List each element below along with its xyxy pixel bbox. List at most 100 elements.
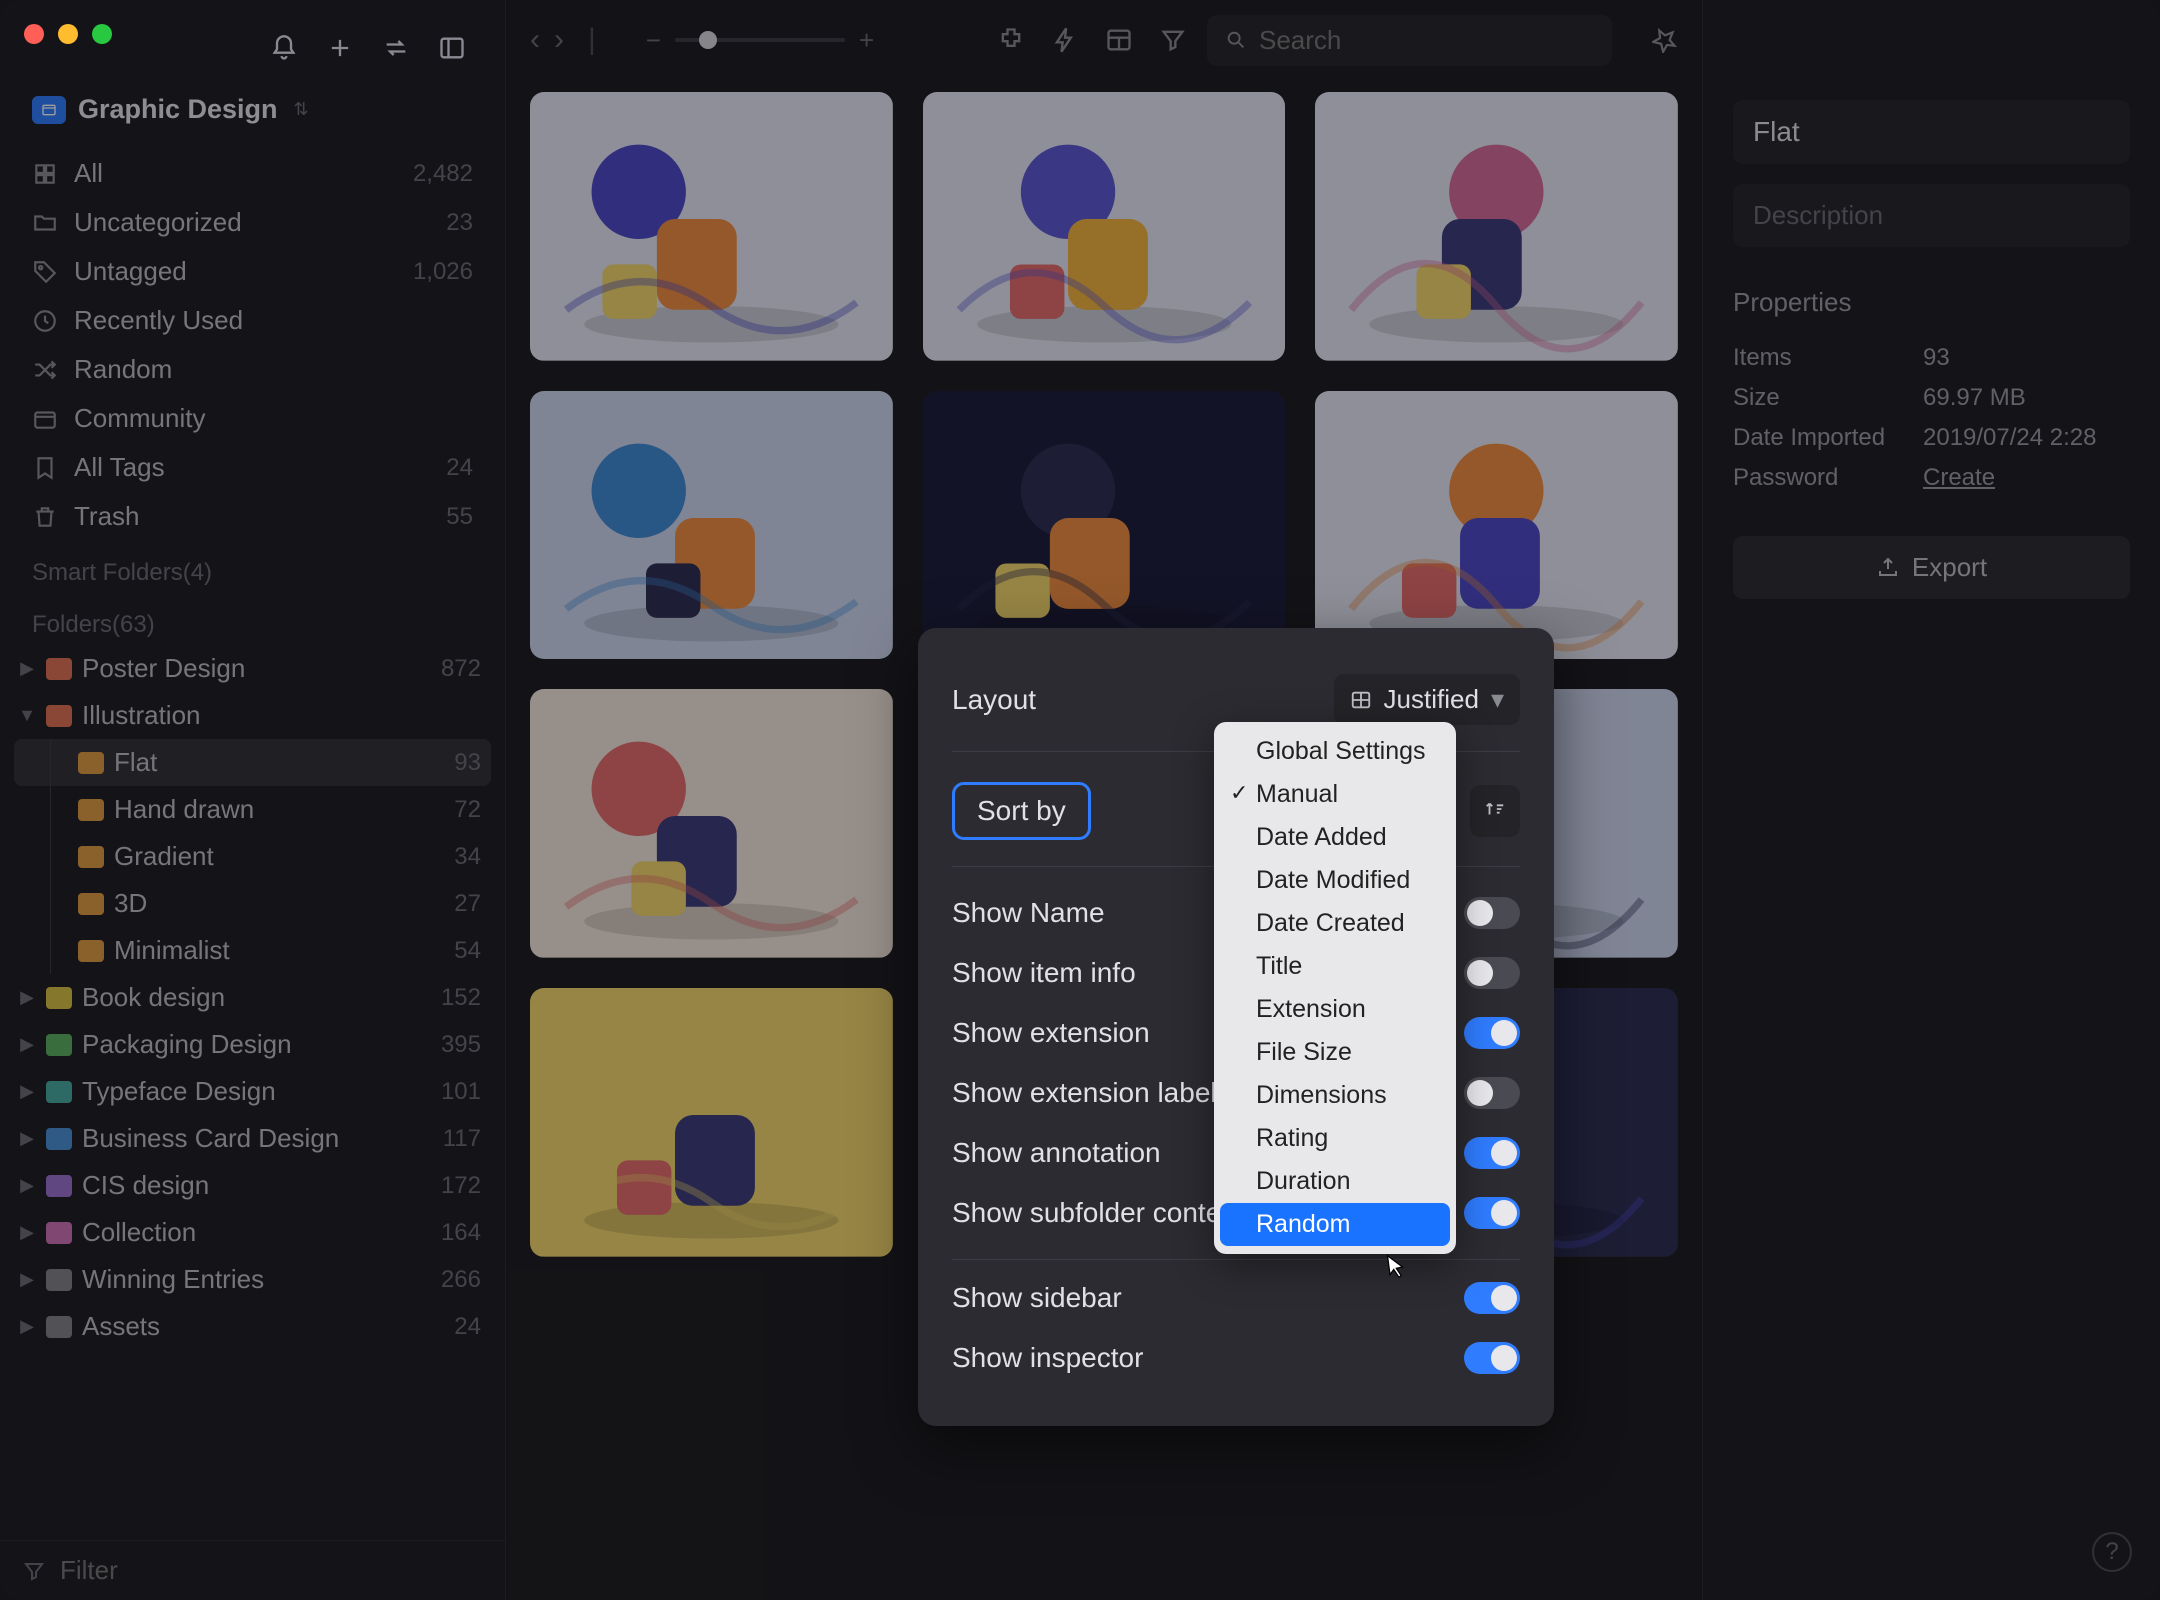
folder-icon bbox=[46, 1175, 72, 1197]
sort-by-button[interactable]: Sort by bbox=[952, 782, 1091, 840]
sidebar-item-untagged[interactable]: Untagged1,026 bbox=[14, 247, 491, 296]
inspector-title-field[interactable]: Flat bbox=[1733, 100, 2130, 164]
folder-flat[interactable]: Flat93 bbox=[14, 739, 491, 786]
swap-icon[interactable] bbox=[382, 34, 410, 62]
toggle[interactable] bbox=[1464, 1077, 1520, 1109]
disclosure-icon[interactable]: ▶ bbox=[18, 1222, 36, 1243]
clock-icon bbox=[32, 308, 58, 334]
folders-header[interactable]: Folders(63) bbox=[14, 593, 491, 645]
folder-gradient[interactable]: Gradient34 bbox=[14, 833, 491, 880]
filter-toolbar-icon[interactable] bbox=[1159, 26, 1187, 54]
sort-direction-button[interactable] bbox=[1470, 785, 1520, 837]
window-controls[interactable] bbox=[24, 24, 112, 44]
folder-packaging-design[interactable]: ▶Packaging Design395 bbox=[14, 1021, 491, 1068]
sort-option-date-added[interactable]: Date Added bbox=[1220, 816, 1450, 859]
layout-icon[interactable] bbox=[1105, 26, 1133, 54]
inspector-description-field[interactable]: Description bbox=[1733, 184, 2130, 247]
toggle[interactable] bbox=[1464, 1342, 1520, 1374]
smart-folders-header[interactable]: Smart Folders(4) bbox=[14, 541, 491, 593]
toggle[interactable] bbox=[1464, 957, 1520, 989]
action-icon[interactable] bbox=[1051, 26, 1079, 54]
sidebar-item-community[interactable]: Community bbox=[14, 394, 491, 443]
toggle[interactable] bbox=[1464, 1197, 1520, 1229]
disclosure-icon[interactable]: ▶ bbox=[18, 1316, 36, 1337]
sort-option-rating[interactable]: Rating bbox=[1220, 1117, 1450, 1160]
toggle[interactable] bbox=[1464, 1282, 1520, 1314]
search-input[interactable] bbox=[1259, 25, 1594, 56]
folder-poster-design[interactable]: ▶Poster Design872 bbox=[14, 645, 491, 692]
disclosure-icon[interactable]: ▶ bbox=[18, 1081, 36, 1102]
filter-input[interactable] bbox=[60, 1555, 483, 1586]
toggle[interactable] bbox=[1464, 1017, 1520, 1049]
folder-icon bbox=[78, 799, 104, 821]
pin-icon[interactable] bbox=[1652, 27, 1678, 53]
zoom-in-button[interactable]: + bbox=[859, 25, 874, 56]
sidebar-item-random[interactable]: Random bbox=[14, 345, 491, 394]
disclosure-icon[interactable]: ▶ bbox=[18, 987, 36, 1008]
folder-collection[interactable]: ▶Collection164 bbox=[14, 1209, 491, 1256]
thumbnail[interactable] bbox=[1315, 92, 1678, 361]
bell-icon[interactable] bbox=[270, 34, 298, 62]
folder-assets[interactable]: ▶Assets24 bbox=[14, 1303, 491, 1350]
sort-option-duration[interactable]: Duration bbox=[1220, 1160, 1450, 1203]
zoom-out-button[interactable]: − bbox=[646, 25, 661, 56]
layout-select[interactable]: Justified ▾ bbox=[1334, 674, 1520, 725]
library-switcher[interactable]: Graphic Design ⇅ bbox=[0, 80, 505, 149]
sort-option-extension[interactable]: Extension bbox=[1220, 988, 1450, 1031]
zoom-slider[interactable] bbox=[675, 38, 845, 42]
sort-option-dimensions[interactable]: Dimensions bbox=[1220, 1074, 1450, 1117]
sort-option-manual[interactable]: Manual bbox=[1220, 773, 1450, 816]
sidebar-item-count: 55 bbox=[446, 503, 473, 531]
folder-book-design[interactable]: ▶Book design152 bbox=[14, 974, 491, 1021]
fullscreen-window[interactable] bbox=[92, 24, 112, 44]
search-box[interactable] bbox=[1207, 15, 1612, 66]
sort-option-date-modified[interactable]: Date Modified bbox=[1220, 859, 1450, 902]
thumbnail[interactable] bbox=[530, 391, 893, 660]
folder-minimalist[interactable]: Minimalist54 bbox=[14, 927, 491, 974]
sort-option-file-size[interactable]: File Size bbox=[1220, 1031, 1450, 1074]
folder-illustration[interactable]: ▼Illustration bbox=[14, 692, 491, 739]
sidebar-item-uncategorized[interactable]: Uncategorized23 bbox=[14, 198, 491, 247]
close-window[interactable] bbox=[24, 24, 44, 44]
toggle[interactable] bbox=[1464, 1137, 1520, 1169]
folder-3d[interactable]: 3D27 bbox=[14, 880, 491, 927]
folder-business-card-design[interactable]: ▶Business Card Design117 bbox=[14, 1115, 491, 1162]
nav-back-icon[interactable]: ‹ bbox=[530, 23, 540, 57]
sidebar-item-recently-used[interactable]: Recently Used bbox=[14, 296, 491, 345]
sidebar-item-all-tags[interactable]: All Tags24 bbox=[14, 443, 491, 492]
sidebar-toggle-icon[interactable] bbox=[438, 34, 466, 62]
minimize-window[interactable] bbox=[58, 24, 78, 44]
folder-typeface-design[interactable]: ▶Typeface Design101 bbox=[14, 1068, 491, 1115]
sidebar-item-all[interactable]: All2,482 bbox=[14, 149, 491, 198]
nav-forward-icon[interactable]: › bbox=[554, 23, 564, 57]
folder-hand-drawn[interactable]: Hand drawn72 bbox=[14, 786, 491, 833]
plus-icon[interactable] bbox=[326, 34, 354, 62]
thumbnail[interactable] bbox=[530, 689, 893, 958]
disclosure-icon[interactable]: ▶ bbox=[18, 1128, 36, 1149]
disclosure-icon[interactable]: ▶ bbox=[18, 1034, 36, 1055]
help-button[interactable]: ? bbox=[2092, 1532, 2132, 1572]
thumbnail[interactable] bbox=[1315, 391, 1678, 660]
sort-option-title[interactable]: Title bbox=[1220, 945, 1450, 988]
sort-by-dropdown[interactable]: Global SettingsManualDate AddedDate Modi… bbox=[1214, 722, 1456, 1254]
sort-option-random[interactable]: Random bbox=[1220, 1203, 1450, 1246]
sidebar-item-trash[interactable]: Trash55 bbox=[14, 492, 491, 541]
disclosure-icon[interactable]: ▶ bbox=[18, 1269, 36, 1290]
sort-option-date-created[interactable]: Date Created bbox=[1220, 902, 1450, 945]
folder-winning-entries[interactable]: ▶Winning Entries266 bbox=[14, 1256, 491, 1303]
export-button[interactable]: Export bbox=[1733, 536, 2130, 599]
thumbnail[interactable] bbox=[923, 391, 1286, 660]
extension-icon[interactable] bbox=[997, 26, 1025, 54]
disclosure-icon[interactable]: ▼ bbox=[18, 705, 36, 726]
prop-password-create-link[interactable]: Create bbox=[1923, 464, 1995, 492]
toggle[interactable] bbox=[1464, 897, 1520, 929]
sort-option-global-settings[interactable]: Global Settings bbox=[1220, 730, 1450, 773]
folder-cis-design[interactable]: ▶CIS design172 bbox=[14, 1162, 491, 1209]
filter-icon bbox=[22, 1559, 46, 1583]
thumbnail[interactable] bbox=[530, 92, 893, 361]
thumbnail[interactable] bbox=[923, 92, 1286, 361]
disclosure-icon[interactable]: ▶ bbox=[18, 658, 36, 679]
disclosure-icon[interactable]: ▶ bbox=[18, 1175, 36, 1196]
thumbnail[interactable] bbox=[530, 988, 893, 1257]
layout-select-icon bbox=[1350, 689, 1372, 711]
